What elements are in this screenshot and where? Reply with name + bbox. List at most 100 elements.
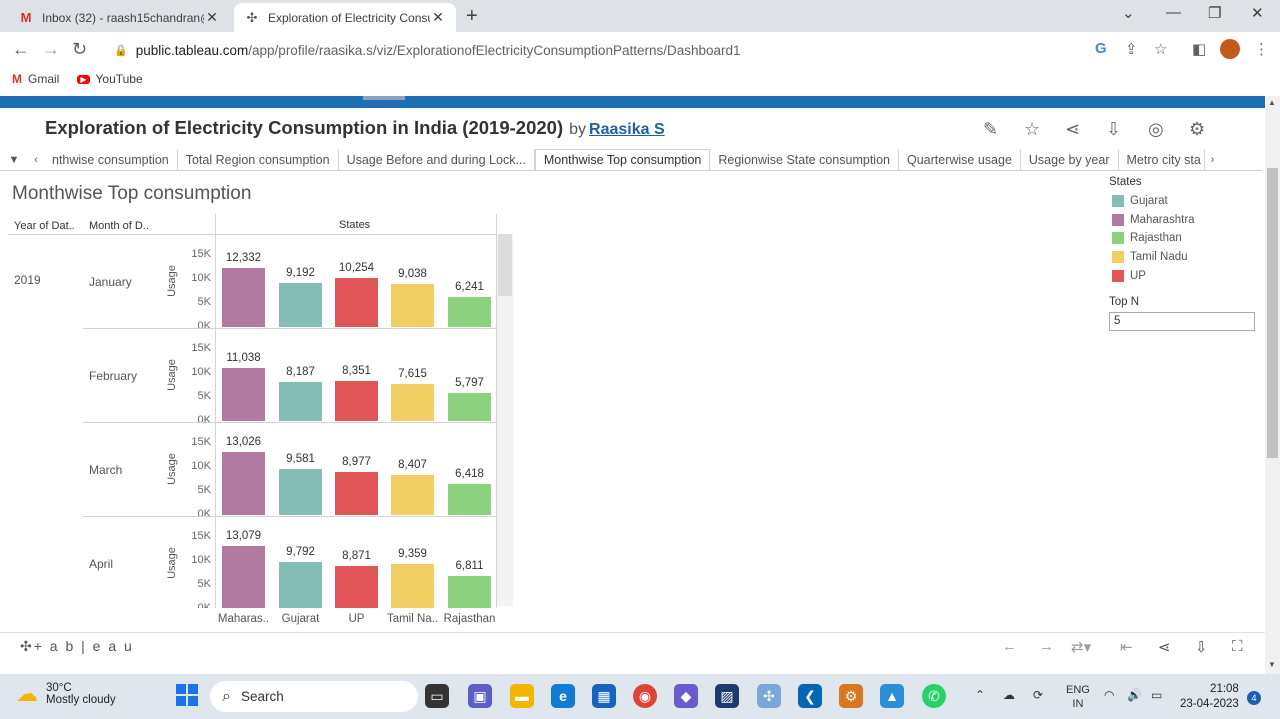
bar-up[interactable] xyxy=(335,471,378,515)
year-column-header[interactable]: Year of Dat.. xyxy=(14,220,75,232)
legend-item[interactable]: Maharashtra xyxy=(1112,213,1195,226)
legend-item[interactable]: Gujarat xyxy=(1112,195,1168,207)
tabs-next-icon[interactable]: › xyxy=(1205,149,1221,170)
sheet-tab[interactable]: nthwise consumption xyxy=(44,149,178,170)
download-icon[interactable]: ⇩ xyxy=(1106,119,1121,140)
chart-scrollbar[interactable] xyxy=(497,234,513,606)
undo-icon[interactable]: ← xyxy=(1002,638,1017,655)
bar-maharashtra[interactable] xyxy=(222,546,265,608)
bookmark-star-icon[interactable]: ☆ xyxy=(1154,40,1167,58)
battery-icon[interactable]: ▭ xyxy=(1151,688,1162,702)
menu-kebab-icon[interactable]: ⋮ xyxy=(1254,40,1269,58)
bar-tamil-nadu[interactable] xyxy=(391,384,434,421)
whatsapp-icon[interactable]: ✆ xyxy=(922,684,946,708)
profile-avatar[interactable] xyxy=(1220,39,1240,59)
side-panel-icon[interactable]: ◧ xyxy=(1192,40,1206,58)
address-bar[interactable]: 🔒 public.tableau.com/app/profile/raasika… xyxy=(104,36,1180,64)
sync-icon[interactable]: ⟳ xyxy=(1033,688,1043,702)
reset-icon[interactable]: ⇤ xyxy=(1120,638,1133,656)
scroll-down-icon[interactable]: ▼ xyxy=(1268,660,1276,669)
bar-rajasthan[interactable] xyxy=(448,297,491,327)
file-explorer-icon[interactable]: ▬ xyxy=(510,684,534,708)
tabs-menu-icon[interactable]: ▼ xyxy=(8,149,20,170)
scroll-up-icon[interactable]: ▲ xyxy=(1268,98,1276,107)
revert-icon[interactable]: ⇄▾ xyxy=(1071,638,1091,656)
weather-widget[interactable]: ☁ 30°C Mostly cloudy xyxy=(16,681,116,707)
volume-icon[interactable]: 🔊 xyxy=(1127,688,1142,702)
bar-gujarat[interactable] xyxy=(279,469,322,515)
edge-icon[interactable]: e xyxy=(551,684,575,708)
app-icon[interactable]: ◆ xyxy=(674,684,698,708)
metrics-icon[interactable]: ◎ xyxy=(1148,119,1164,140)
notification-badge[interactable]: 4 xyxy=(1247,691,1261,705)
language-indicator[interactable]: ENG IN xyxy=(1066,683,1090,711)
restore-button[interactable]: ❐ xyxy=(1208,4,1221,22)
tabs-prev-icon[interactable]: ‹ xyxy=(28,149,44,170)
taskbar-search[interactable]: ⌕ Search xyxy=(210,681,418,712)
bar-tamil-nadu[interactable] xyxy=(391,564,434,608)
bookmark-gmail[interactable]: M Gmail xyxy=(12,72,59,86)
windows-start-icon[interactable] xyxy=(176,684,198,706)
scrollbar-thumb[interactable] xyxy=(1267,168,1278,458)
new-tab-button[interactable]: + xyxy=(466,5,478,28)
favorite-star-icon[interactable]: ☆ xyxy=(1024,119,1040,140)
states-column-header[interactable]: States xyxy=(339,219,370,231)
sheet-tab[interactable]: Quarterwise usage xyxy=(899,149,1021,170)
bar-gujarat[interactable] xyxy=(279,561,322,608)
chrome-icon[interactable]: ◉ xyxy=(633,684,657,708)
bar-maharashtra[interactable] xyxy=(222,368,265,421)
month-column-header[interactable]: Month of D.. xyxy=(89,220,149,232)
topn-input[interactable]: 5 xyxy=(1109,312,1255,331)
bar-up[interactable] xyxy=(335,380,378,421)
legend-item[interactable]: Rajasthan xyxy=(1112,232,1182,245)
share-icon[interactable]: ⋖ xyxy=(1065,119,1080,140)
back-icon[interactable]: ← xyxy=(12,39,30,60)
edit-viz-icon[interactable]: ✎ xyxy=(983,119,998,140)
page-scrollbar[interactable]: ▲ ▼ xyxy=(1265,96,1280,674)
bar-up[interactable] xyxy=(335,277,378,327)
vscode-icon[interactable]: ❮ xyxy=(798,684,822,708)
bar-rajasthan[interactable] xyxy=(448,576,491,608)
fullscreen-icon[interactable]: ⛶ xyxy=(1232,638,1243,655)
onedrive-icon[interactable]: ☁ xyxy=(1003,688,1015,702)
tray-chevron-icon[interactable]: ⌃ xyxy=(975,688,985,702)
settings-gear-icon[interactable]: ⚙ xyxy=(1189,119,1205,140)
app-icon[interactable]: ⚙ xyxy=(839,684,863,708)
browser-tab-gmail[interactable]: M Inbox (32) - raash15chandran@gmail.com… xyxy=(8,3,230,32)
tab-search-icon[interactable]: ⌄ xyxy=(1122,4,1135,22)
bar-maharashtra[interactable] xyxy=(222,452,265,515)
bar-up[interactable] xyxy=(335,566,378,608)
teams-icon[interactable]: ▣ xyxy=(468,684,492,708)
close-tab-icon[interactable]: ✕ xyxy=(204,9,220,26)
bar-tamil-nadu[interactable] xyxy=(391,283,434,327)
share-icon[interactable]: ⋖ xyxy=(1158,638,1171,656)
clock[interactable]: 21:08 23-04-2023 xyxy=(1180,682,1239,712)
close-window-button[interactable]: ✕ xyxy=(1251,4,1264,22)
wifi-icon[interactable]: ◠ xyxy=(1104,688,1114,702)
redo-icon[interactable]: → xyxy=(1039,638,1054,655)
bookmark-youtube[interactable]: ▶ YouTube xyxy=(77,72,143,86)
store-icon[interactable]: ▦ xyxy=(592,684,616,708)
app-icon[interactable]: ▨ xyxy=(715,684,739,708)
bar-gujarat[interactable] xyxy=(279,381,322,421)
task-view-icon[interactable]: ▭ xyxy=(425,684,449,708)
app-icon[interactable]: ▲ xyxy=(880,684,904,708)
reload-icon[interactable]: ↻ xyxy=(72,39,87,60)
browser-tab-tableau[interactable]: ✣ Exploration of Electricity Consumption… xyxy=(234,3,456,32)
chart-area[interactable]: Year of Dat.. Month of D.. States 2019 J… xyxy=(8,214,513,608)
chart-scroll-thumb[interactable] xyxy=(498,234,512,296)
author-link[interactable]: Raasika S xyxy=(589,121,665,138)
sheet-tab-active[interactable]: Monthwise Top consumption xyxy=(534,149,711,170)
sheet-tab[interactable]: Metro city sta xyxy=(1119,149,1205,170)
tableau-logo[interactable]: ✣+ a b | e a u xyxy=(20,638,134,655)
tableau-app-icon[interactable]: ✣ xyxy=(757,684,781,708)
forward-icon[interactable]: → xyxy=(42,39,60,60)
share-icon[interactable]: ⇪ xyxy=(1125,40,1138,58)
sheet-tab[interactable]: Usage by year xyxy=(1021,149,1119,170)
sheet-tab[interactable]: Regionwise State consumption xyxy=(710,149,899,170)
google-lens-icon[interactable]: G xyxy=(1095,40,1107,57)
bar-gujarat[interactable] xyxy=(279,282,322,327)
bar-tamil-nadu[interactable] xyxy=(391,474,434,515)
sheet-tab[interactable]: Total Region consumption xyxy=(178,149,339,170)
minimize-button[interactable]: — xyxy=(1166,4,1181,21)
